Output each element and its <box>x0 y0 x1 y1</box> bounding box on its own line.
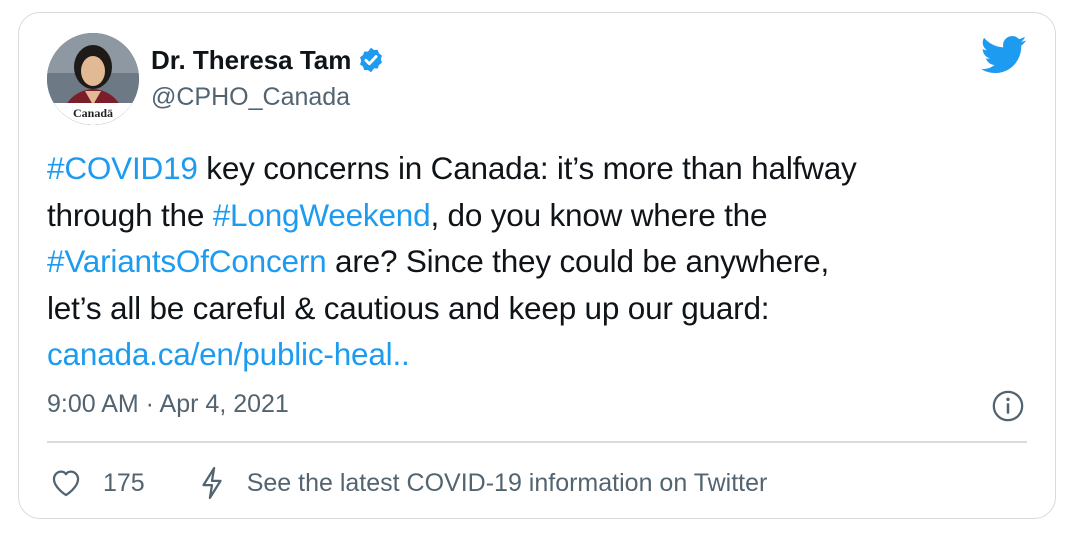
avatar[interactable]: Canadä <box>47 33 139 125</box>
tweet-link[interactable]: #COVID19 <box>47 150 198 186</box>
tweet-text-line: through the #LongWeekend, do you know wh… <box>47 192 1007 239</box>
heart-icon[interactable] <box>49 466 83 500</box>
author-handle[interactable]: @CPHO_Canada <box>151 81 350 113</box>
tweet-link[interactable]: #VariantsOfConcern <box>47 243 327 279</box>
tweet-text-segment: through the <box>47 196 213 233</box>
verified-badge-icon <box>360 47 383 73</box>
author-display-name[interactable]: Dr. Theresa Tam <box>151 43 351 77</box>
tweet-text-line: #VariantsOfConcern are? Since they could… <box>47 238 1007 285</box>
tweet-text-line: #COVID19 key concerns in Canada: it’s mo… <box>47 145 1007 192</box>
tweet-text-line: let’s all be careful & cautious and keep… <box>47 285 1007 332</box>
avatar-brand: Canadä <box>47 103 139 125</box>
tweet-text-segment: key concerns in Canada: it’s more than h… <box>197 150 857 186</box>
divider <box>47 441 1027 443</box>
tweet-text: #COVID19 key concerns in Canada: it’s mo… <box>47 145 1007 378</box>
tweet-card: Canadä Dr. Theresa Tam @CPHO_Canada #COV… <box>18 12 1056 519</box>
twitter-bird-icon[interactable] <box>981 35 1027 75</box>
tweet-link[interactable]: #LongWeekend <box>213 197 431 233</box>
tweet-link[interactable]: canada.ca/en/public-heal.. <box>47 336 410 372</box>
tweet-text-segment: are? Since they could be anywhere, <box>326 243 830 279</box>
like-count[interactable]: 175 <box>103 469 145 498</box>
lightning-bolt-icon <box>202 466 222 500</box>
tweet-text-segment: , do you know where the <box>430 196 768 233</box>
tweet-actions: 175 See the latest COVID-19 information … <box>49 463 767 503</box>
tweet-timestamp[interactable]: 9:00 AM · Apr 4, 2021 <box>47 387 289 421</box>
author-name-row: Dr. Theresa Tam <box>151 43 385 77</box>
info-icon[interactable] <box>991 389 1025 423</box>
tweet-text-line: canada.ca/en/public-heal.. <box>47 331 1007 378</box>
covid-info-link[interactable]: See the latest COVID-19 information on T… <box>247 469 768 498</box>
tweet-text-segment: let’s all be careful & cautious and keep… <box>47 289 770 326</box>
